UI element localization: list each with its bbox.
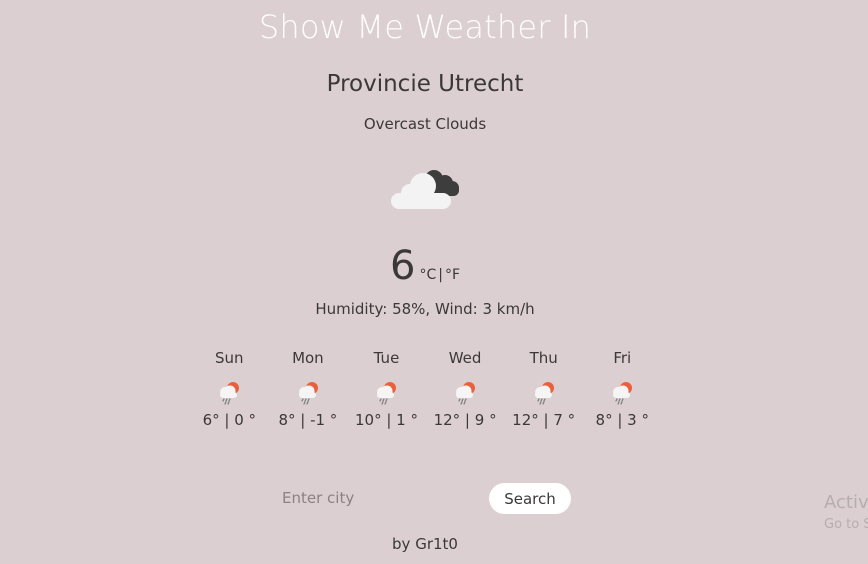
light-rain-sun-icon [220,382,240,405]
forecast-day-name: Tue [373,349,400,367]
light-rain-sun-icon [613,382,633,405]
light-rain-sun-icon [377,382,397,405]
city-name: Provincie Utrecht [326,71,524,97]
forecast-day: Tue 10° | 1 ° [347,349,426,429]
forecast-day: Thu 12° | 7 ° [504,349,583,429]
forecast-temperatures: 8° | -1 ° [278,411,338,429]
forecast-temperatures: 12° | 9 ° [433,411,497,429]
forecast-day: Sun 6° | 0 ° [190,349,269,429]
author-credit: by Gr1t0 [392,535,458,553]
forecast-day-name: Mon [292,349,324,367]
activate-watermark-subtitle: Go to S [824,517,868,532]
current-temperature-row: 6 °C | °F [0,243,850,289]
forecast-day-name: Fri [613,349,632,367]
forecast-day-name: Wed [448,349,482,367]
light-rain-sun-icon [534,382,554,405]
forecast-temperatures: 6° | 0 ° [202,411,257,429]
city-search-input[interactable] [270,483,470,513]
forecast-day: Mon 8° | -1 ° [269,349,348,429]
weather-description: Overcast Clouds [363,115,487,133]
unit-separator: | [438,267,443,283]
forecast-temperatures: 12° | 7 ° [512,411,576,429]
forecast-day-name: Thu [529,349,558,367]
temperature-value: 6 [389,243,416,289]
light-rain-sun-icon [298,382,318,405]
light-rain-sun-icon [456,382,476,405]
overcast-clouds-icon [391,170,459,209]
forecast-temperatures: 8° | 3 ° [595,411,649,429]
forecast-day: Fri 8° | 3 ° [583,349,662,429]
celsius-toggle[interactable]: °C [419,267,436,283]
search-button[interactable]: Search [489,483,571,514]
activate-windows-watermark: Activ Go to S [824,491,868,535]
activate-watermark-title: Activ [824,492,868,513]
forecast-temperatures: 10° | 1 ° [354,411,418,429]
forecast-day-name: Sun [215,349,244,367]
app-title: Show Me Weather In [258,8,592,46]
forecast-day: Wed 12° | 9 ° [426,349,505,429]
fahrenheit-toggle[interactable]: °F [445,267,460,283]
humidity-wind-details: Humidity: 58%, Wind: 3 km/h [315,300,535,318]
forecast-list: Sun 6° | 0 ° Mon 8° | -1 ° Tue 10° | 1 °… [190,349,662,429]
